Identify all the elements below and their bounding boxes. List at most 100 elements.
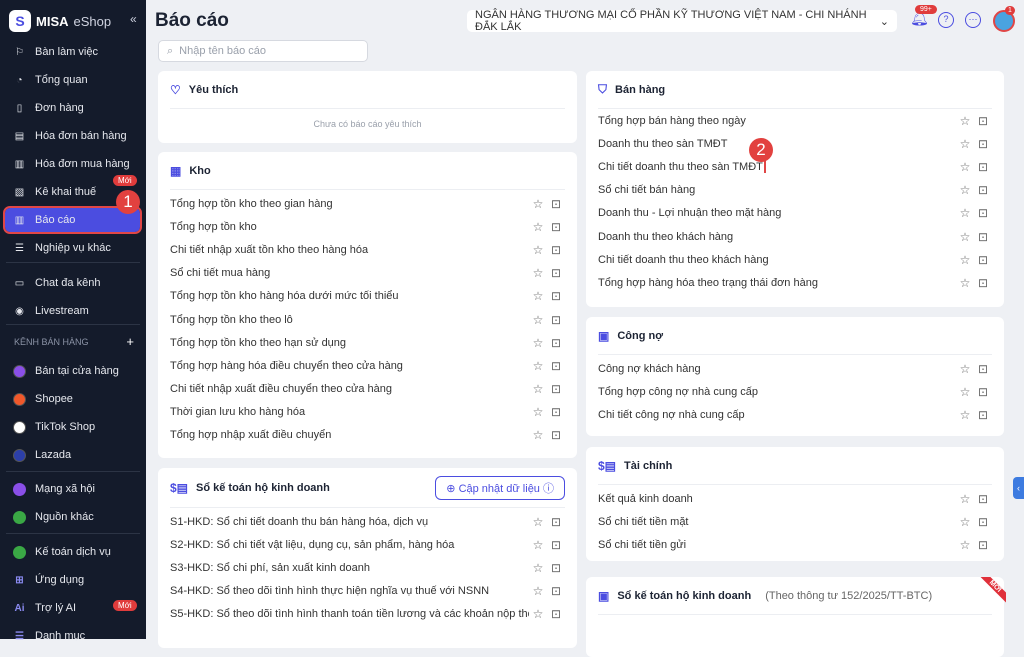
add-channel-button[interactable]: + — [126, 334, 134, 349]
sidebar-item[interactable]: ▯ Đơn hàng — [5, 96, 140, 120]
star-icon[interactable]: ☆ — [529, 336, 547, 350]
report-item[interactable]: Sổ chi tiết mua hàng ☆ ⊡ — [158, 262, 577, 285]
chart-icon[interactable]: ⊡ — [974, 276, 992, 290]
report-name[interactable]: Chi tiết nhập xuất tồn kho theo hàng hóa — [170, 244, 368, 256]
chart-icon[interactable]: ⊡ — [974, 160, 992, 174]
report-name[interactable]: Tổng hợp tồn kho theo hạn sử dụng — [170, 337, 346, 349]
star-icon[interactable]: ☆ — [529, 382, 547, 396]
report-name[interactable]: S1-HKD: Sổ chi tiết doanh thu bán hàng h… — [170, 516, 428, 528]
sidebar-item[interactable]: ◔ Tổng quan — [5, 68, 140, 92]
star-icon[interactable]: ☆ — [529, 405, 547, 419]
chart-icon[interactable]: ⊡ — [547, 359, 565, 373]
chart-icon[interactable]: ⊡ — [547, 584, 565, 598]
sidebar-item[interactable]: ☰ Danh mục — [5, 624, 140, 648]
star-icon[interactable]: ☆ — [956, 160, 974, 174]
star-icon[interactable]: ☆ — [956, 408, 974, 422]
report-name[interactable]: S2-HKD: Sổ chi tiết vật liệu, dụng cụ, s… — [170, 539, 454, 551]
report-item[interactable]: Chi tiết doanh thu theo sàn TMĐT ☆ ⊡ — [586, 155, 1004, 178]
star-icon[interactable]: ☆ — [529, 561, 547, 575]
sidebar-item[interactable]: Mạng xã hội — [5, 477, 140, 501]
report-item[interactable]: S2-HKD: Sổ chi tiết vật liệu, dụng cụ, s… — [158, 533, 577, 556]
chart-icon[interactable]: ⊡ — [974, 114, 992, 128]
report-name[interactable]: Chi tiết doanh thu theo sàn TMĐT — [598, 160, 766, 173]
sidebar-item[interactable]: Nguồn khác — [5, 505, 140, 529]
sidebar-item[interactable]: ⚐ Bàn làm việc — [5, 40, 140, 64]
star-icon[interactable]: ☆ — [956, 538, 974, 552]
star-icon[interactable]: ☆ — [529, 538, 547, 552]
star-icon[interactable]: ☆ — [529, 359, 547, 373]
report-name[interactable]: Chi tiết công nợ nhà cung cấp — [598, 409, 745, 421]
report-item[interactable]: Chi tiết nhập xuất tồn kho theo hàng hóa… — [158, 238, 577, 261]
report-item[interactable]: Doanh thu - Lợi nhuận theo mặt hàng ☆ ⊡ — [586, 202, 1004, 225]
sidebar-item[interactable]: Kế toán dịch vụ — [5, 540, 140, 564]
report-name[interactable]: Kết quả kinh doanh — [598, 493, 693, 505]
report-name[interactable]: Sổ chi tiết tiền gửi — [598, 539, 686, 551]
report-item[interactable]: Tổng hợp công nợ nhà cung cấp ☆ ⊡ — [586, 380, 1004, 403]
chart-icon[interactable]: ⊡ — [547, 538, 565, 552]
chart-icon[interactable]: ⊡ — [974, 230, 992, 244]
report-item[interactable]: S4-HKD: Sổ theo dõi tình hình thực hiện … — [158, 580, 577, 603]
star-icon[interactable]: ☆ — [956, 492, 974, 506]
chart-icon[interactable]: ⊡ — [547, 561, 565, 575]
report-item[interactable]: Tổng hợp tồn kho theo hạn sử dụng ☆ ⊡ — [158, 331, 577, 354]
report-name[interactable]: Tổng hợp nhập xuất điều chuyển — [170, 429, 331, 441]
channel-item[interactable]: TikTok Shop — [5, 415, 140, 439]
report-name[interactable]: Công nợ khách hàng — [598, 363, 701, 375]
report-item[interactable]: Tổng hợp bán hàng theo ngày ☆ ⊡ — [586, 109, 1004, 132]
star-icon[interactable]: ☆ — [956, 253, 974, 267]
star-icon[interactable]: ☆ — [529, 313, 547, 327]
report-name[interactable]: S3-HKD: Sổ chi phí, sản xuất kinh doanh — [170, 562, 370, 574]
report-item[interactable]: Doanh thu theo khách hàng ☆ ⊡ — [586, 225, 1004, 248]
report-name[interactable]: Doanh thu - Lợi nhuận theo mặt hàng — [598, 207, 781, 219]
report-name[interactable]: Tổng hợp bán hàng theo ngày — [598, 115, 746, 127]
star-icon[interactable]: ☆ — [529, 289, 547, 303]
report-item[interactable]: Tổng hợp tồn kho theo gian hàng ☆ ⊡ — [158, 192, 577, 215]
sidebar-item[interactable]: ⊞ Ứng dụng — [5, 568, 140, 592]
report-name[interactable]: Tổng hợp tồn kho — [170, 221, 257, 233]
report-item[interactable]: Công nợ khách hàng ☆ ⊡ — [586, 357, 1004, 380]
chart-icon[interactable]: ⊡ — [974, 515, 992, 529]
star-icon[interactable]: ☆ — [956, 276, 974, 290]
search-input[interactable]: ⌕ Nhập tên báo cáo — [158, 40, 368, 62]
star-icon[interactable]: ☆ — [529, 243, 547, 257]
report-item[interactable]: Tổng hợp tồn kho ☆ ⊡ — [158, 215, 577, 238]
report-name[interactable]: Chi tiết doanh thu theo khách hàng — [598, 254, 769, 266]
chart-icon[interactable]: ⊡ — [547, 382, 565, 396]
bell-icon[interactable]: 🔔︎ — [910, 11, 929, 28]
star-icon[interactable]: ☆ — [956, 137, 974, 151]
report-item[interactable]: Tổng hợp hàng hóa điều chuyển theo cửa h… — [158, 354, 577, 377]
report-item[interactable]: Kết quả kinh doanh ☆ ⊡ — [586, 487, 1004, 510]
sidebar-item[interactable]: ▥ Hóa đơn mua hàng — [5, 152, 140, 176]
report-item[interactable]: Chi tiết doanh thu theo khách hàng ☆ ⊡ — [586, 248, 1004, 271]
more-icon[interactable]: ⋯ — [965, 12, 981, 28]
chart-icon[interactable]: ⊡ — [547, 243, 565, 257]
report-name[interactable]: Tổng hợp tồn kho theo lô — [170, 314, 293, 326]
chart-icon[interactable]: ⊡ — [974, 183, 992, 197]
sidebar-item[interactable]: ▭ Chat đa kênh — [5, 271, 140, 295]
star-icon[interactable]: ☆ — [529, 220, 547, 234]
chart-icon[interactable]: ⊡ — [547, 607, 565, 621]
sidebar-item[interactable]: ☰ Nghiệp vụ khác — [5, 236, 140, 260]
star-icon[interactable]: ☆ — [956, 230, 974, 244]
star-icon[interactable]: ☆ — [956, 206, 974, 220]
help-icon[interactable]: ? — [938, 12, 954, 28]
star-icon[interactable]: ☆ — [956, 362, 974, 376]
chart-icon[interactable]: ⊡ — [547, 313, 565, 327]
report-item[interactable]: Sổ chi tiết tiền gửi ☆ ⊡ — [586, 533, 1004, 556]
chart-icon[interactable]: ⊡ — [547, 336, 565, 350]
sidebar-item[interactable]: ▥ Báo cáo — [3, 206, 142, 234]
report-name[interactable]: Tổng hợp công nợ nhà cung cấp — [598, 386, 758, 398]
report-name[interactable]: Sổ chi tiết bán hàng — [598, 184, 695, 196]
sidebar-item[interactable]: ◉ Livestream — [5, 299, 140, 323]
report-name[interactable]: Sổ chi tiết tiền mặt — [598, 516, 689, 528]
star-icon[interactable]: ☆ — [529, 515, 547, 529]
report-item[interactable]: Chi tiết nhập xuất điều chuyển theo cửa … — [158, 378, 577, 401]
report-item[interactable]: Doanh thu theo sàn TMĐT ☆ ⊡ — [586, 132, 1004, 155]
report-item[interactable]: Tổng hợp hàng hóa theo trạng thái đơn hà… — [586, 271, 1004, 294]
star-icon[interactable]: ☆ — [956, 515, 974, 529]
report-name[interactable]: Sổ chi tiết mua hàng — [170, 267, 270, 279]
report-name[interactable]: Chi tiết nhập xuất điều chuyển theo cửa … — [170, 383, 392, 395]
star-icon[interactable]: ☆ — [956, 385, 974, 399]
chart-icon[interactable]: ⊡ — [974, 385, 992, 399]
star-icon[interactable]: ☆ — [529, 607, 547, 621]
